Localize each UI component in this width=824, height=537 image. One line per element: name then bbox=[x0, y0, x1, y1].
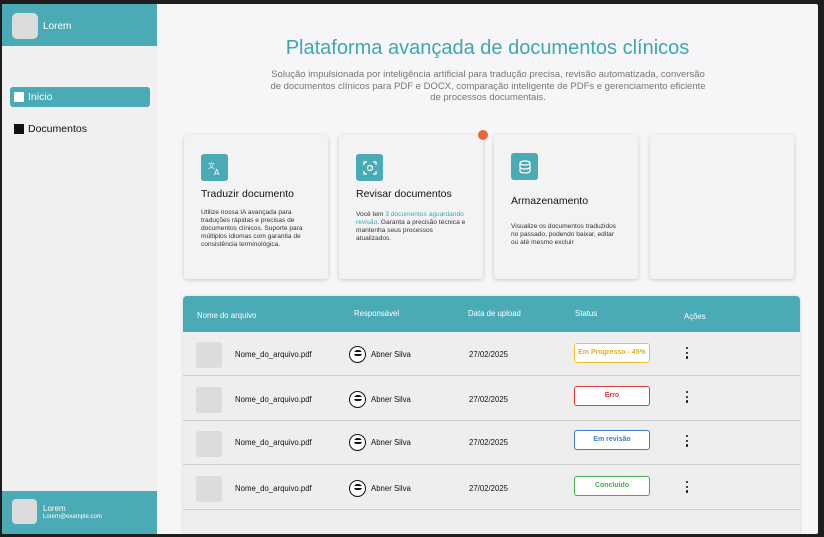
status-badge-error: Erro bbox=[574, 386, 650, 406]
sidebar: Lorem Inicio Documentos Lorem Lorem@exam… bbox=[2, 4, 157, 534]
documents-table: Nome do arquivo Responsável Data de uplo… bbox=[183, 296, 800, 534]
status-badge-done: Concluído bbox=[574, 476, 650, 496]
svg-text:A: A bbox=[214, 168, 220, 176]
owner-name: Abner Silva bbox=[371, 484, 411, 493]
table-row-empty bbox=[183, 510, 800, 534]
page-title: Plataforma avançada de documentos clínic… bbox=[285, 37, 690, 59]
user-profile[interactable]: Lorem Lorem@example.com bbox=[2, 491, 157, 534]
page-subtitle: Solução impulsionada por inteligência ar… bbox=[270, 69, 706, 103]
file-thumbnail bbox=[196, 342, 222, 368]
column-header-actions: Ações bbox=[684, 312, 706, 321]
file-thumbnail bbox=[196, 476, 222, 502]
user-avatar-icon bbox=[349, 391, 366, 408]
file-name: Nome_do_arquivo.pdf bbox=[235, 395, 312, 404]
logo-placeholder[interactable] bbox=[12, 13, 38, 39]
user-name: Lorem bbox=[43, 504, 66, 513]
brand-name: Lorem bbox=[43, 21, 72, 32]
more-options-icon[interactable] bbox=[685, 481, 689, 495]
user-avatar-icon bbox=[349, 434, 366, 451]
sidebar-header: Lorem bbox=[2, 4, 157, 46]
owner-name: Abner Silva bbox=[371, 395, 411, 404]
database-icon bbox=[511, 153, 538, 180]
card-description: Você tem 3 documentos aguardando revisão… bbox=[356, 211, 468, 243]
owner-name: Abner Silva bbox=[371, 350, 411, 359]
avatar bbox=[12, 499, 37, 524]
file-thumbnail bbox=[196, 431, 222, 457]
card-empty bbox=[650, 135, 794, 279]
column-header-status: Status bbox=[575, 309, 598, 318]
user-email: Lorem@example.com bbox=[43, 514, 102, 520]
column-header-file: Nome do arquivo bbox=[197, 311, 257, 320]
more-options-icon[interactable] bbox=[685, 391, 689, 405]
table-header: Nome do arquivo Responsável Data de uplo… bbox=[183, 296, 800, 332]
table-row[interactable]: Nome_do_arquivo.pdf Abner Silva 27/02/20… bbox=[183, 377, 800, 421]
status-badge-review: Em revisão bbox=[574, 430, 650, 450]
upload-date: 27/02/2025 bbox=[469, 438, 509, 447]
file-thumbnail bbox=[196, 387, 222, 413]
card-review[interactable]: Revisar documentos Você tem 3 documentos… bbox=[339, 135, 483, 279]
file-name: Nome_do_arquivo.pdf bbox=[235, 484, 312, 493]
upload-date: 27/02/2025 bbox=[469, 395, 509, 404]
table-row[interactable]: Nome_do_arquivo.pdf Abner Silva 27/02/20… bbox=[183, 332, 800, 376]
card-description: Visualize os documentos traduzidos no pa… bbox=[511, 223, 617, 246]
card-translate[interactable]: 文 A Traduzir documento Utilize nossa IA … bbox=[184, 135, 328, 279]
status-badge-progress: Em Progresso - 45% bbox=[574, 343, 650, 363]
upload-date: 27/02/2025 bbox=[469, 484, 509, 493]
user-avatar-icon bbox=[349, 480, 366, 497]
more-options-icon[interactable] bbox=[685, 347, 689, 361]
sidebar-item-label: Inicio bbox=[28, 91, 53, 103]
card-desc-text: Você tem bbox=[356, 211, 386, 218]
sidebar-item-label: Documentos bbox=[28, 123, 87, 135]
card-description: Utilize nossa IA avançada para traduções… bbox=[201, 209, 303, 248]
square-icon bbox=[14, 92, 24, 102]
card-title: Armazenamento bbox=[511, 195, 589, 207]
more-options-icon[interactable] bbox=[685, 435, 689, 449]
column-header-date: Data de upload bbox=[468, 309, 521, 318]
card-storage[interactable]: Armazenamento Visualize os documentos tr… bbox=[494, 135, 638, 279]
scan-icon bbox=[356, 154, 383, 181]
upload-date: 27/02/2025 bbox=[469, 350, 509, 359]
card-title: Traduzir documento bbox=[201, 188, 294, 200]
square-icon bbox=[14, 124, 24, 134]
user-avatar-icon bbox=[349, 346, 366, 363]
column-header-owner: Responsável bbox=[354, 309, 400, 318]
notification-dot bbox=[478, 130, 488, 140]
card-title: Revisar documentos bbox=[356, 188, 452, 200]
sidebar-item-documentos[interactable]: Documentos bbox=[10, 119, 150, 139]
table-row[interactable]: Nome_do_arquivo.pdf Abner Silva 27/02/20… bbox=[183, 421, 800, 465]
file-name: Nome_do_arquivo.pdf bbox=[235, 438, 312, 447]
file-name: Nome_do_arquivo.pdf bbox=[235, 350, 312, 359]
sidebar-item-inicio[interactable]: Inicio bbox=[10, 87, 150, 107]
translate-icon: 文 A bbox=[201, 154, 228, 181]
table-row[interactable]: Nome_do_arquivo.pdf Abner Silva 27/02/20… bbox=[183, 466, 800, 510]
app-window: Lorem Inicio Documentos Lorem Lorem@exam… bbox=[2, 4, 818, 534]
owner-name: Abner Silva bbox=[371, 438, 411, 447]
